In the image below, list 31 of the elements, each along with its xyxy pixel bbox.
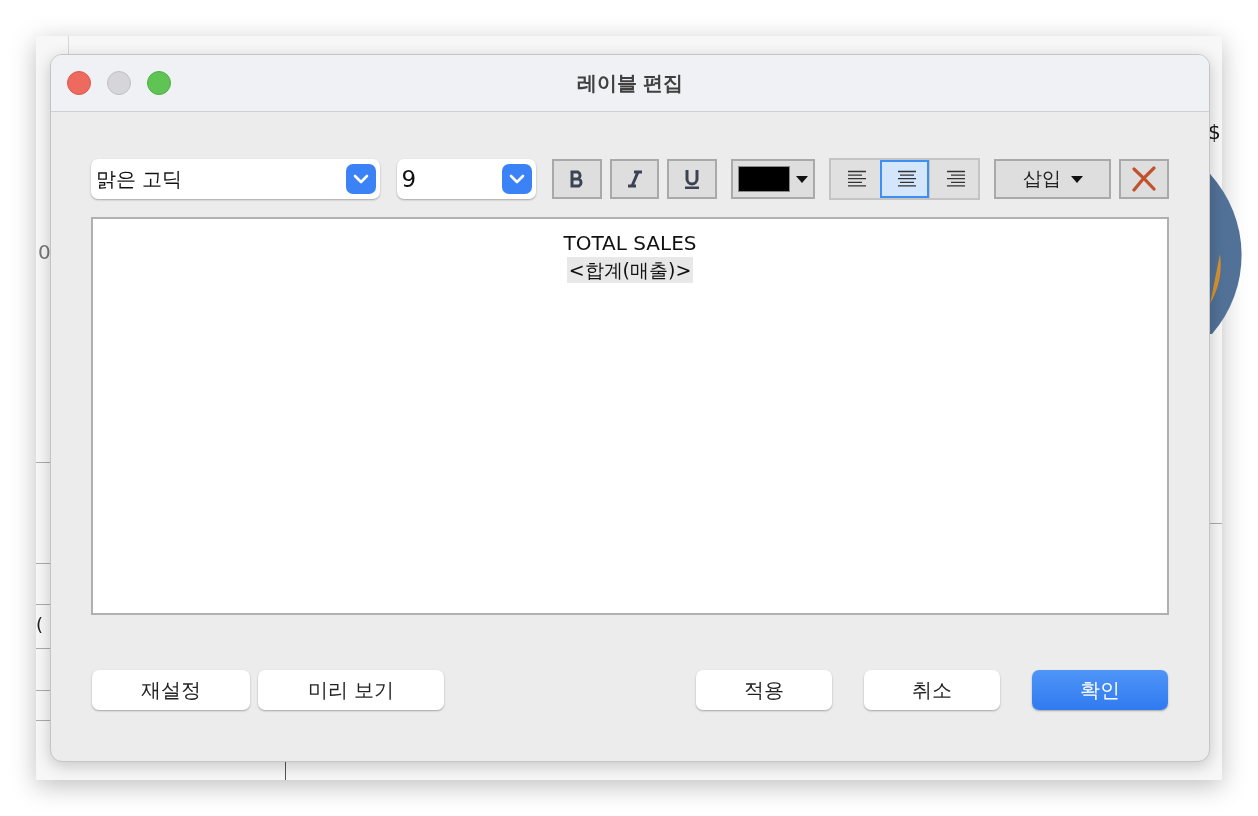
font-select[interactable]: 맑은 고딕 <box>91 159 380 199</box>
align-left-button[interactable] <box>830 160 880 198</box>
align-right-button[interactable] <box>928 160 978 198</box>
background-text: ( <box>36 614 44 635</box>
insert-button[interactable]: 삽입 <box>993 159 1112 199</box>
field-token: <합계(매출)> <box>566 257 694 283</box>
close-icon <box>1131 166 1158 192</box>
delete-button[interactable] <box>1119 159 1169 199</box>
close-icon[interactable] <box>67 71 91 95</box>
italic-button[interactable] <box>609 159 660 199</box>
underline-icon <box>684 169 701 189</box>
dialog-button[interactable]: 재설정 <box>92 670 250 710</box>
chevron-down-icon <box>345 164 376 194</box>
label-text: TOTAL SALES <box>563 230 697 257</box>
size-select[interactable]: 9 <box>396 159 536 199</box>
italic-icon <box>626 170 643 188</box>
text-editor[interactable]: TOTAL SALES <합계(매출)> <box>91 217 1169 615</box>
align-center-button[interactable] <box>879 160 929 198</box>
background-text: 0 <box>38 240 51 264</box>
text-color-button[interactable] <box>731 159 815 199</box>
caret-icon <box>1070 175 1083 183</box>
chevron-down-icon <box>501 164 532 194</box>
dialog-button[interactable]: 미리 보기 <box>258 670 444 710</box>
underline-button[interactable] <box>667 159 718 199</box>
background-text: $ <box>1208 120 1221 144</box>
dialog-button[interactable]: 취소 <box>864 670 1000 710</box>
dialog-button[interactable]: 적용 <box>696 670 832 710</box>
caret-icon <box>796 175 808 183</box>
bold-button[interactable] <box>551 159 602 199</box>
window-title: 레이블 편집 <box>576 69 684 97</box>
bold-icon <box>568 170 585 188</box>
